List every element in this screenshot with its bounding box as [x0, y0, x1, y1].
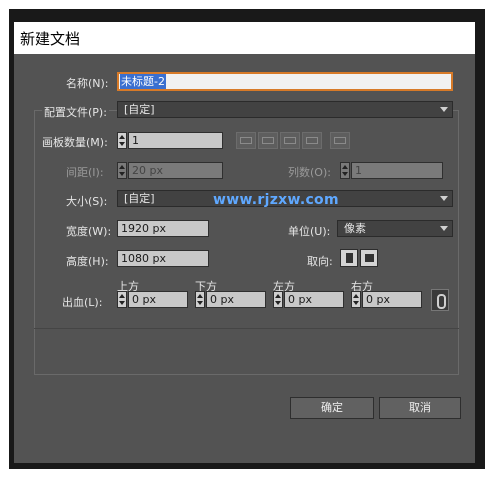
- bleed-bottom-stepper[interactable]: [195, 291, 205, 308]
- cancel-button[interactable]: 取消: [379, 397, 461, 419]
- units-dropdown[interactable]: 像素: [337, 220, 453, 237]
- columns-input[interactable]: 1: [351, 162, 443, 179]
- bleed-label: 出血(L):: [62, 296, 103, 309]
- watermark-text: www.rjzxw.com: [213, 192, 339, 208]
- bleed-bottom-input[interactable]: 0 px: [206, 291, 266, 308]
- chevron-down-icon: [440, 226, 448, 231]
- units-label: 单位(U):: [288, 225, 331, 238]
- arrange-by-row-icon[interactable]: [280, 132, 300, 149]
- name-input[interactable]: 未标题-2: [117, 72, 453, 91]
- new-document-dialog: 名称(N): 未标题-2 配置文件(P): [自定] 画板数量(M): 1 间距…: [14, 54, 475, 463]
- title-bar: 新建文档: [14, 22, 475, 54]
- divider: [34, 328, 459, 329]
- profile-dropdown[interactable]: [自定]: [117, 101, 453, 118]
- columns-label: 列数(O):: [288, 166, 331, 179]
- chevron-down-icon: [440, 196, 448, 201]
- arrange-grid-by-column-icon[interactable]: [258, 132, 278, 149]
- spacing-label: 间距(I):: [66, 166, 104, 179]
- bleed-left-input[interactable]: 0 px: [284, 291, 344, 308]
- window-title: 新建文档: [20, 30, 81, 48]
- profile-value: [自定]: [124, 103, 155, 116]
- bleed-left-stepper[interactable]: [273, 291, 283, 308]
- arrange-by-column-icon[interactable]: [302, 132, 322, 149]
- name-label: 名称(N):: [66, 77, 109, 90]
- artboards-label: 画板数量(M):: [42, 136, 108, 149]
- height-input[interactable]: 1080 px: [117, 250, 209, 267]
- columns-stepper[interactable]: [340, 162, 350, 179]
- bleed-top-input[interactable]: 0 px: [128, 291, 188, 308]
- bleed-right-stepper[interactable]: [351, 291, 361, 308]
- orientation-label: 取向:: [307, 255, 333, 268]
- size-value: [自定]: [124, 192, 155, 205]
- height-label: 高度(H):: [66, 255, 109, 268]
- landscape-icon[interactable]: [360, 249, 378, 267]
- name-input-value: 未标题-2: [120, 74, 166, 89]
- portrait-icon[interactable]: [340, 249, 358, 267]
- artboards-input[interactable]: 1: [128, 132, 223, 149]
- width-label: 宽度(W):: [66, 225, 112, 238]
- ok-button[interactable]: 确定: [290, 397, 374, 419]
- profile-label: 配置文件(P):: [42, 104, 109, 120]
- spacing-stepper[interactable]: [117, 162, 127, 179]
- units-value: 像素: [344, 222, 366, 235]
- chevron-down-icon: [440, 107, 448, 112]
- artboards-stepper[interactable]: [117, 132, 127, 149]
- change-to-rtl-icon[interactable]: [330, 132, 350, 149]
- width-input[interactable]: 1920 px: [117, 220, 209, 237]
- size-label: 大小(S):: [66, 195, 108, 208]
- link-icon[interactable]: [431, 289, 449, 311]
- bleed-top-stepper[interactable]: [117, 291, 127, 308]
- spacing-input[interactable]: 20 px: [128, 162, 223, 179]
- arrange-grid-by-row-icon[interactable]: [236, 132, 256, 149]
- bleed-right-input[interactable]: 0 px: [362, 291, 422, 308]
